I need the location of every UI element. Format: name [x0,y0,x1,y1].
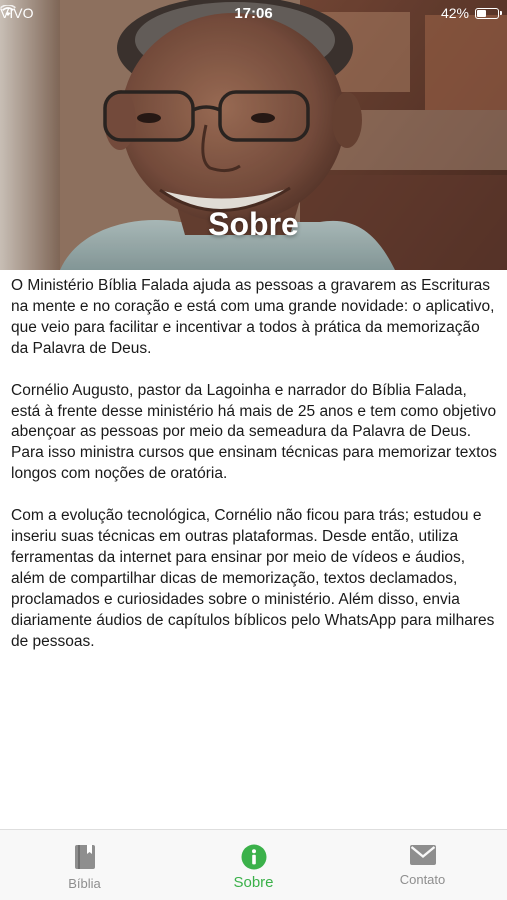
battery-percent: 42% [440,5,469,21]
paragraph-intro: O Ministério Bíblia Falada ajuda as pess… [11,277,495,357]
status-bar: VIVO 17:06 42% [0,0,507,28]
tab-sobre-label: Sobre [233,874,274,891]
paragraph-author: Cornélio Augusto, pastor da Lagoinha e n… [11,381,497,483]
tab-biblia[interactable]: Bíblia [0,830,169,900]
book-icon [74,845,95,869]
about-screen: VIVO 17:06 42% Sobre O Ministério Bíblia… [0,0,507,900]
paragraph-technology: Com a evolução tecnológica, Cornélio não… [11,507,495,650]
tab-contato-label: Contato [399,872,446,887]
tab-biblia-label: Bíblia [68,876,101,891]
mail-icon [409,845,436,865]
tab-contato[interactable]: Contato [338,830,507,900]
battery-level [477,9,487,17]
battery-icon [475,7,502,19]
tab-sobre[interactable]: Sobre [169,830,338,900]
about-text: O Ministério Bíblia Falada ajuda as pess… [11,276,498,674]
header-photo: VIVO 17:06 42% Sobre [0,0,507,270]
tab-bar: Bíblia Sobre Contato [0,829,507,900]
info-icon [241,844,266,870]
clock: 17:06 [234,5,273,22]
battery-group: 42% [440,5,502,21]
page-title: Sobre [208,206,299,242]
